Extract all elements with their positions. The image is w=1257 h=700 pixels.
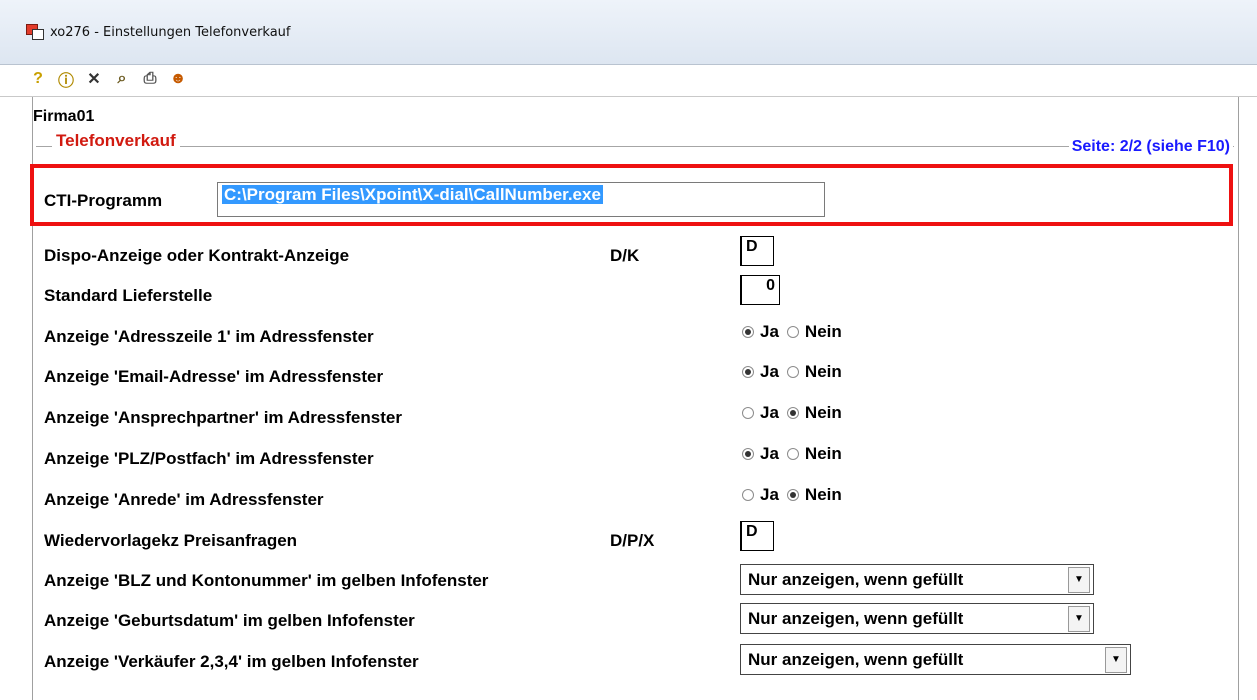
wiedervorlage-label: Wiedervorlagekz Preisanfragen <box>44 531 298 550</box>
ansprech-radio-group: Ja Nein <box>742 403 850 423</box>
toolbar: ? ⓘ ✕ ⌕ ⎙ ☻ <box>28 68 188 90</box>
dispo-label: Dispo-Anzeige oder Kontrakt-Anzeige <box>44 246 350 265</box>
close-icon[interactable]: ✕ <box>84 69 104 89</box>
adresszeile-label: Anzeige 'Adresszeile 1' im Adressfenster <box>44 327 374 346</box>
chevron-down-icon[interactable]: ▼ <box>1068 566 1090 593</box>
group-border <box>36 146 1234 147</box>
verkaeufer-select-value: Nur anzeigen, wenn gefüllt <box>748 649 964 669</box>
company-label: Firma01 <box>33 108 95 125</box>
dispo-input[interactable]: D <box>740 236 774 266</box>
group-title: Telefonverkauf <box>52 131 180 151</box>
anrede-radio-group: Ja Nein <box>742 485 850 505</box>
dispo-hint: D/K <box>610 246 640 265</box>
cti-program-input[interactable]: C:\Program Files\Xpoint\X-dial\CallNumbe… <box>217 182 825 217</box>
cti-program-value: C:\Program Files\Xpoint\X-dial\CallNumbe… <box>222 185 603 204</box>
lieferstelle-label: Standard Lieferstelle <box>44 286 213 305</box>
ansprech-nein-radio[interactable] <box>786 407 799 419</box>
verkaeufer-label: Anzeige 'Verkäufer 2,3,4' im gelben Info… <box>44 652 419 671</box>
title-bar: xo276 - Einstellungen Telefonverkauf <box>0 0 1257 65</box>
user-icon[interactable]: ☻ <box>168 69 188 89</box>
anrede-ja-radio[interactable] <box>742 489 754 501</box>
radio-ja-label: Ja <box>760 362 779 381</box>
email-ja-radio[interactable] <box>742 366 754 378</box>
wiedervorlage-input[interactable]: D <box>740 521 774 551</box>
radio-ja-label: Ja <box>760 322 779 341</box>
geburt-select-value: Nur anzeigen, wenn gefüllt <box>748 608 964 628</box>
radio-nein-label: Nein <box>804 362 842 381</box>
radio-ja-label: Ja <box>760 485 779 504</box>
verkaeufer-select[interactable]: Nur anzeigen, wenn gefüllt ▼ <box>740 644 1131 675</box>
binoculars-icon[interactable]: ⌕ <box>112 69 132 89</box>
email-radio-group: Ja Nein <box>742 362 850 382</box>
panel-right-border <box>1238 97 1239 700</box>
radio-ja-label: Ja <box>760 403 779 422</box>
anrede-label: Anzeige 'Anrede' im Adressfenster <box>44 490 324 509</box>
chevron-down-icon[interactable]: ▼ <box>1068 605 1090 632</box>
plz-radio-group: Ja Nein <box>742 444 850 464</box>
wiedervorlage-hint: D/P/X <box>610 531 655 550</box>
adresszeile-nein-radio[interactable] <box>786 326 799 338</box>
lieferstelle-input[interactable]: 0 <box>740 275 780 305</box>
radio-nein-label: Nein <box>804 444 842 463</box>
radio-nein-label: Nein <box>804 403 842 422</box>
email-nein-radio[interactable] <box>786 366 799 378</box>
blz-select[interactable]: Nur anzeigen, wenn gefüllt ▼ <box>740 564 1094 595</box>
plz-label: Anzeige 'PLZ/Postfach' im Adressfenster <box>44 449 374 468</box>
radio-nein-label: Nein <box>804 485 842 504</box>
app-icon <box>26 24 44 40</box>
chevron-down-icon[interactable]: ▼ <box>1105 646 1127 673</box>
geburt-label: Anzeige 'Geburtsdatum' im gelben Infofen… <box>44 611 415 630</box>
blz-label: Anzeige 'BLZ und Kontonummer' im gelben … <box>44 571 489 590</box>
adresszeile-radio-group: Ja Nein <box>742 322 850 342</box>
plz-ja-radio[interactable] <box>742 448 754 460</box>
window-title: xo276 - Einstellungen Telefonverkauf <box>50 24 291 40</box>
ansprech-ja-radio[interactable] <box>742 407 754 419</box>
geburt-select[interactable]: Nur anzeigen, wenn gefüllt ▼ <box>740 603 1094 634</box>
cti-label: CTI-Programm <box>44 191 163 210</box>
radio-ja-label: Ja <box>760 444 779 463</box>
adresszeile-ja-radio[interactable] <box>742 326 754 338</box>
help-icon[interactable]: ? <box>28 69 48 89</box>
anrede-nein-radio[interactable] <box>786 489 799 501</box>
page-indicator: Seite: 2/2 (siehe F10) <box>1068 138 1233 156</box>
info-icon[interactable]: ⓘ <box>56 69 76 90</box>
print-icon[interactable]: ⎙ <box>140 69 160 89</box>
ansprech-label: Anzeige 'Ansprechpartner' im Adressfenst… <box>44 408 402 427</box>
email-label: Anzeige 'Email-Adresse' im Adressfenster <box>44 367 384 386</box>
radio-nein-label: Nein <box>804 322 842 341</box>
plz-nein-radio[interactable] <box>786 448 799 460</box>
toolbar-divider <box>0 96 1257 97</box>
blz-select-value: Nur anzeigen, wenn gefüllt <box>748 569 964 589</box>
